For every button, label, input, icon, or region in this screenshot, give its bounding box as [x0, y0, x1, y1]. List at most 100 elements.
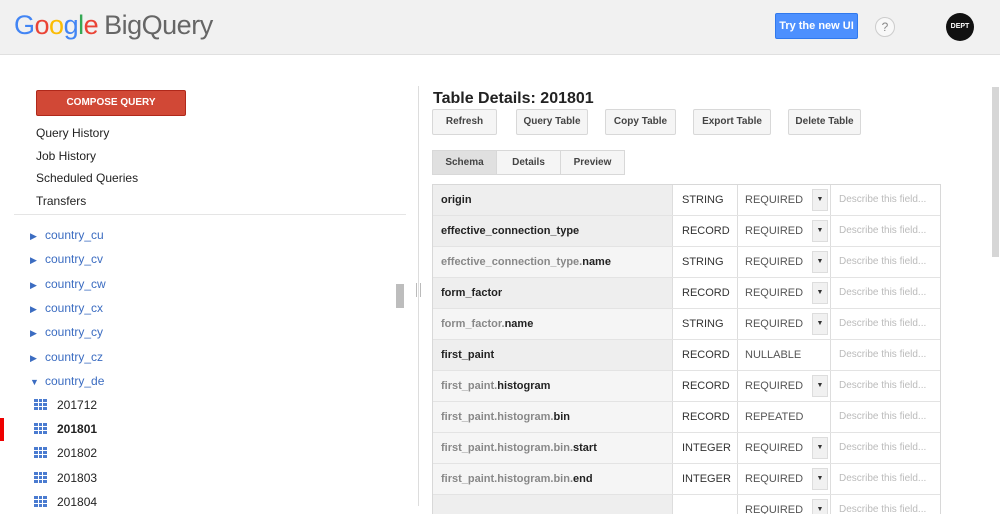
field-mode-label: REPEATED: [745, 411, 804, 423]
expand-arrow-icon[interactable]: ▶: [30, 255, 45, 266]
splitter-grip-icon[interactable]: [415, 283, 423, 297]
dataset-item[interactable]: ▶ country_cv: [30, 252, 103, 272]
nav-job-history[interactable]: Job History: [36, 149, 96, 163]
schema-row: effective_connection_type RECORD REQUIRED ▼…: [433, 216, 940, 247]
dataset-label: country_cx: [45, 301, 104, 315]
field-parent-path: effective_connection_type.: [441, 256, 583, 268]
field-description-input[interactable]: Describe this field...: [832, 278, 940, 308]
avatar[interactable]: DEPT: [946, 13, 974, 41]
table-item[interactable]: 201802: [34, 446, 97, 466]
table-item[interactable]: 201712: [34, 398, 97, 418]
tab-details[interactable]: Details: [497, 151, 561, 174]
mode-dropdown-icon[interactable]: ▼: [812, 220, 828, 242]
field-name: first_paint: [433, 340, 673, 370]
field-mode: REPEATED: [738, 402, 831, 432]
mode-dropdown-icon[interactable]: ▼: [812, 437, 828, 459]
dataset-item[interactable]: ▶ country_cz: [30, 350, 103, 370]
expand-arrow-icon[interactable]: ▶: [30, 353, 45, 364]
field-type: STRING: [674, 185, 738, 215]
field-leaf-name: origin: [441, 194, 472, 206]
logo-letter: o: [49, 10, 64, 40]
field-mode[interactable]: REQUIRED ▼: [738, 309, 831, 339]
dataset-item[interactable]: ▶ country_cu: [30, 228, 104, 248]
schema-row: effective_connection_type.name STRING REQU…: [433, 247, 940, 278]
dataset-item[interactable]: ▶ country_cy: [30, 325, 103, 345]
field-mode[interactable]: REQUIRED ▼: [738, 464, 831, 494]
dataset-item[interactable]: ▶ country_cw: [30, 277, 106, 297]
expand-arrow-icon[interactable]: ▶: [30, 231, 45, 242]
page-scrollbar[interactable]: [992, 87, 999, 257]
field-description-input[interactable]: Describe this field...: [832, 433, 940, 463]
export-table-button[interactable]: Export Table: [693, 109, 771, 135]
expand-arrow-icon[interactable]: ▶: [30, 280, 45, 291]
schema-row: first_paint RECORD NULLABLE Describe this f…: [433, 340, 940, 371]
mode-dropdown-icon[interactable]: ▼: [812, 251, 828, 273]
query-table-button[interactable]: Query Table: [516, 109, 588, 135]
dataset-item-expanded[interactable]: ▼ country_de: [30, 374, 104, 394]
sidebar-scrollbar[interactable]: [396, 284, 404, 308]
field-mode[interactable]: REQUIRED ▼: [738, 216, 831, 246]
field-description-input[interactable]: Describe this field...: [832, 371, 940, 401]
collapse-arrow-icon[interactable]: ▼: [30, 377, 45, 387]
schema-row: first_paint.histogram RECORD REQUIRED ▼ Desc…: [433, 371, 940, 402]
field-mode-label: REQUIRED: [745, 194, 804, 206]
field-name: effective_connection_type: [433, 216, 673, 246]
delete-table-button[interactable]: Delete Table: [788, 109, 861, 135]
compose-query-button[interactable]: COMPOSE QUERY: [36, 90, 186, 116]
field-description-input[interactable]: Describe this field...: [832, 185, 940, 215]
field-description-input[interactable]: Describe this field...: [832, 402, 940, 432]
mode-dropdown-icon[interactable]: ▼: [812, 499, 828, 514]
field-leaf-name: name: [504, 318, 534, 330]
table-icon: [34, 472, 47, 483]
expand-arrow-icon[interactable]: ▶: [30, 304, 45, 315]
try-new-ui-button[interactable]: Try the new UI: [775, 13, 858, 39]
page-title: Table Details: 201801: [433, 90, 594, 107]
field-type: STRING: [674, 309, 738, 339]
table-label: 201803: [57, 471, 98, 485]
field-description-input[interactable]: Describe this field...: [832, 247, 940, 277]
table-icon: [34, 399, 47, 410]
field-mode[interactable]: REQUIRED ▼: [738, 185, 831, 215]
help-icon[interactable]: ?: [875, 17, 895, 37]
field-mode[interactable]: REQUIRED ▼: [738, 433, 831, 463]
field-description-input[interactable]: Describe this field...: [832, 464, 940, 494]
table-item-active[interactable]: 201801: [34, 422, 97, 442]
field-mode[interactable]: REQUIRED ▼: [738, 278, 831, 308]
mode-dropdown-icon[interactable]: ▼: [812, 189, 828, 211]
mode-dropdown-icon[interactable]: ▼: [812, 282, 828, 304]
expand-arrow-icon[interactable]: ▶: [30, 328, 45, 339]
refresh-button[interactable]: Refresh: [432, 109, 497, 135]
copy-table-button[interactable]: Copy Table: [605, 109, 676, 135]
field-mode[interactable]: REQUIRED ▼: [738, 371, 831, 401]
schema-table: origin STRING REQUIRED ▼ Describe this field…: [432, 184, 941, 514]
field-mode-label: REQUIRED: [745, 442, 804, 454]
field-description-input[interactable]: Describe this field...: [832, 340, 940, 370]
nav-query-history[interactable]: Query History: [36, 126, 109, 140]
field-parent-path: first_paint.histogram.: [441, 411, 554, 423]
nav-transfers[interactable]: Transfers: [36, 194, 86, 208]
mode-dropdown-icon[interactable]: ▼: [812, 375, 828, 397]
table-item[interactable]: 201804: [34, 495, 97, 515]
dataset-item[interactable]: ▶ country_cx: [30, 301, 103, 321]
nav-scheduled-queries[interactable]: Scheduled Queries: [36, 171, 138, 185]
dataset-label: country_cy: [45, 325, 104, 339]
table-label: 201804: [57, 495, 98, 509]
field-mode[interactable]: REQUIRED ▼: [738, 247, 831, 277]
dataset-label: country_de: [45, 374, 105, 388]
google-bigquery-logo[interactable]: Google BigQuery: [14, 10, 213, 41]
field-description-input[interactable]: Describe this field...: [832, 309, 940, 339]
tab-schema[interactable]: Schema: [433, 151, 497, 174]
mode-dropdown-icon[interactable]: ▼: [812, 313, 828, 335]
table-icon: [34, 496, 47, 507]
field-description-input[interactable]: Describe this field...: [832, 216, 940, 246]
field-type: INTEGER: [674, 433, 738, 463]
dataset-label: country_cv: [45, 252, 104, 266]
field-leaf-name: bin: [553, 411, 570, 423]
field-parent-path: first_paint.histogram.bin.: [441, 442, 574, 454]
table-item[interactable]: 201803: [34, 471, 97, 491]
tab-preview[interactable]: Preview: [561, 151, 624, 174]
field-leaf-name: effective_connection_type: [441, 225, 580, 237]
field-name: form_factor: [433, 278, 673, 308]
mode-dropdown-icon[interactable]: ▼: [812, 468, 828, 490]
field-parent-path: first_paint.: [441, 380, 498, 392]
